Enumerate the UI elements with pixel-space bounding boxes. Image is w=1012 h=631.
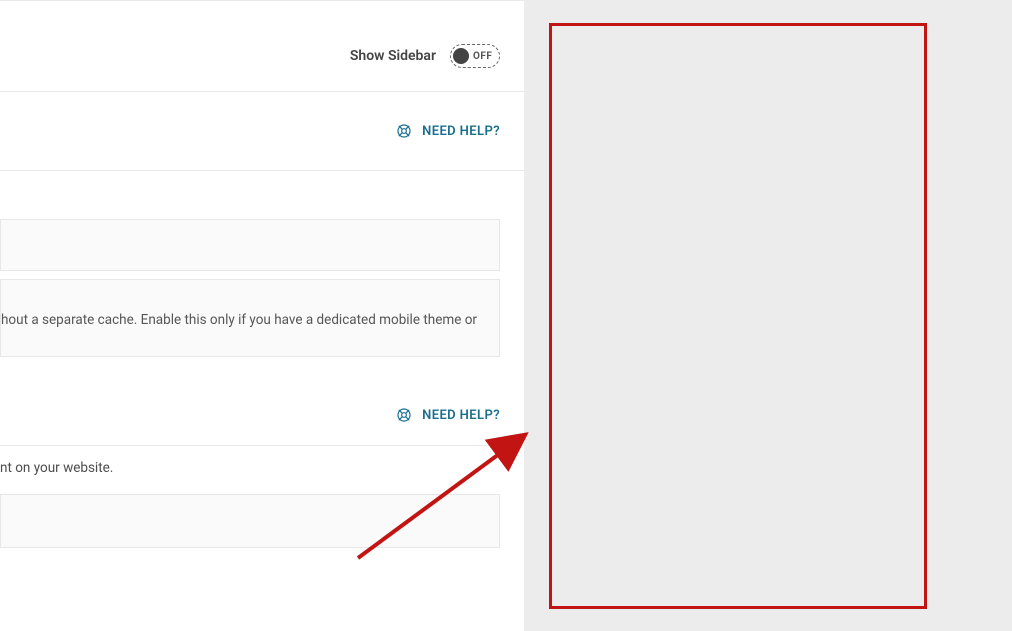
settings-panel: Show Sidebar OFF NEED HELP? hout a separ… [0, 0, 524, 631]
mobile-cache-card: hout a separate cache. Enable this only … [0, 279, 500, 357]
show-sidebar-toggle[interactable]: OFF [450, 44, 500, 68]
settings-card-header [0, 219, 500, 271]
help-row-2: NEED HELP? [0, 385, 524, 445]
website-content-description: nt on your website. [0, 446, 524, 490]
content-input-field[interactable] [0, 494, 500, 548]
help-icon [396, 407, 412, 423]
help-row-1: NEED HELP? [0, 92, 524, 170]
toggle-state-label: OFF [473, 51, 492, 62]
mobile-cache-description: hout a separate cache. Enable this only … [1, 280, 499, 356]
need-help-link-2[interactable]: NEED HELP? [422, 408, 500, 423]
annotation-rectangle [549, 23, 927, 609]
sidebar-preview-area [524, 0, 1012, 631]
need-help-link[interactable]: NEED HELP? [422, 124, 500, 139]
help-icon [396, 123, 412, 139]
show-sidebar-label: Show Sidebar [350, 48, 436, 64]
section-divider-2 [0, 170, 524, 171]
toggle-knob [453, 48, 469, 64]
show-sidebar-row: Show Sidebar OFF [0, 1, 524, 91]
